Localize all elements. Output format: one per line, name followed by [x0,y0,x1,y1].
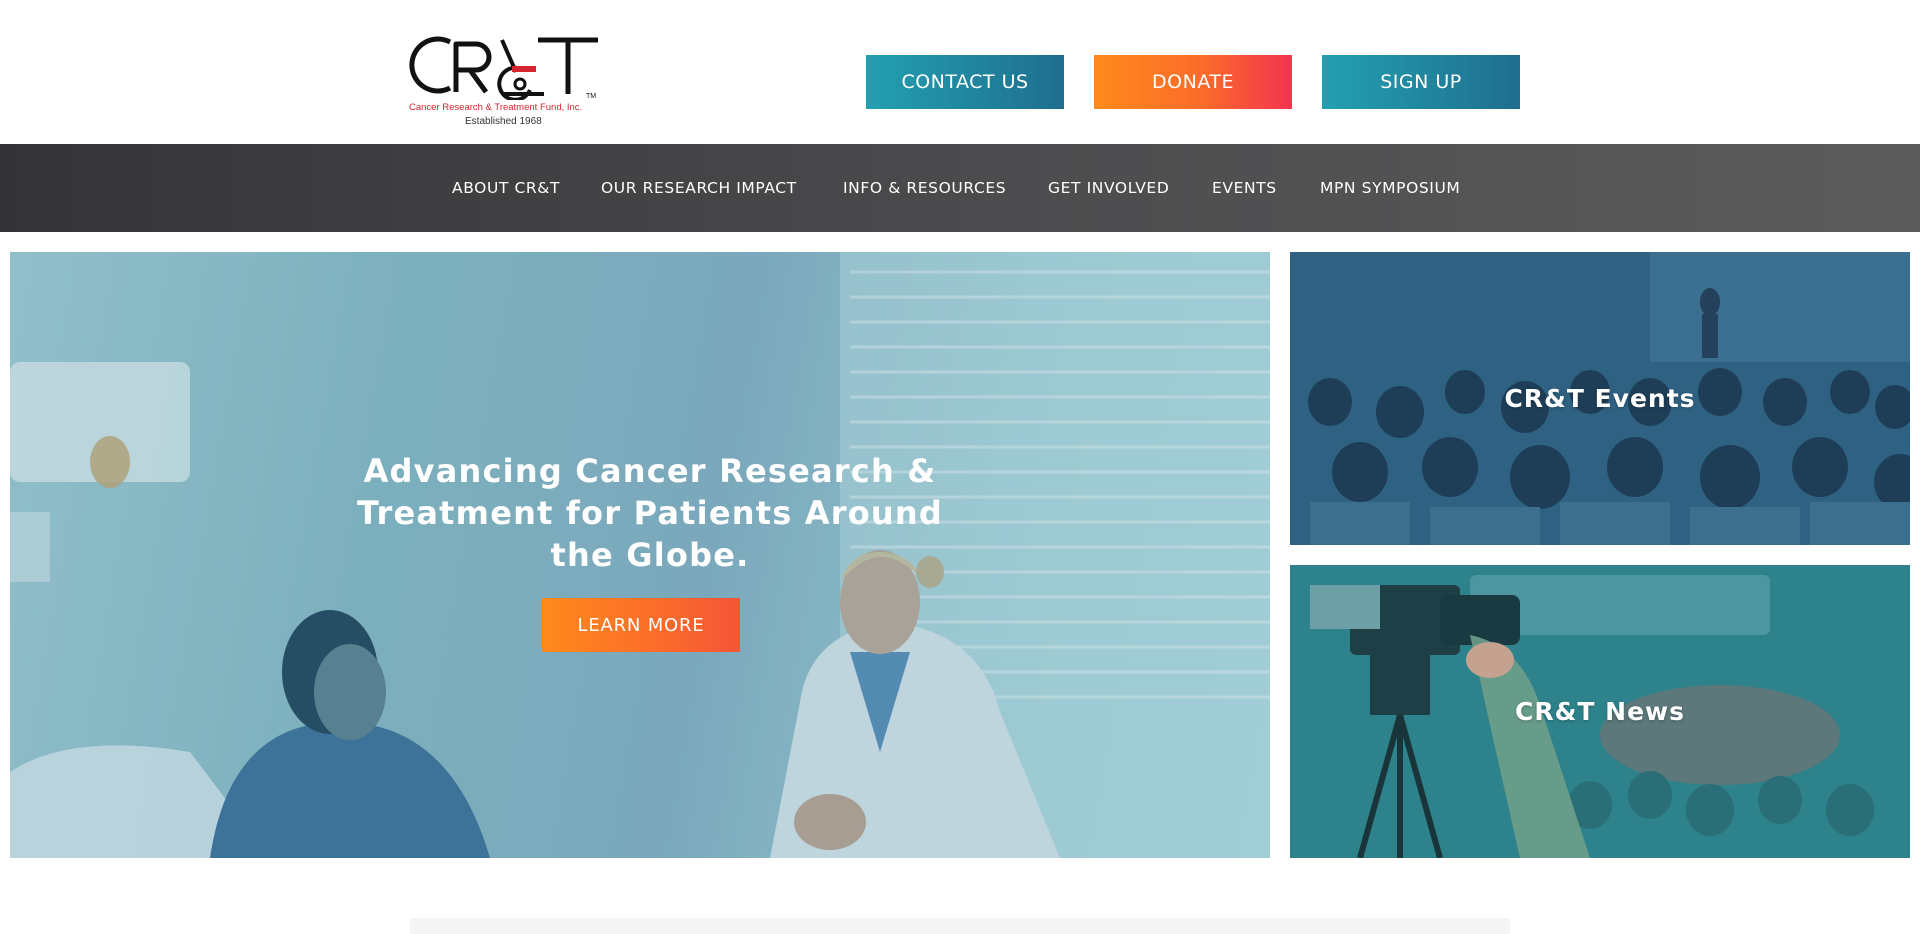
hero-banner: Advancing Cancer Research & Treatment fo… [10,252,1270,858]
svg-text:TM: TM [586,93,596,100]
site-logo[interactable]: TM Cancer Research & Treatment Fund, Inc… [406,30,606,134]
nav-item-about[interactable]: ABOUT CR&T [452,144,560,232]
donate-button[interactable]: DONATE [1094,55,1292,109]
site-header: TM Cancer Research & Treatment Fund, Inc… [0,0,1920,144]
contact-us-button[interactable]: CONTACT US [866,55,1064,109]
events-card-title: CR&T Events [1504,384,1696,413]
logo-tagline: Cancer Research & Treatment Fund, Inc. [409,102,583,113]
news-card[interactable]: CR&T News [1290,565,1910,858]
news-card-title: CR&T News [1514,697,1685,726]
logo-mark: TM [409,36,598,100]
nav-item-get-involved[interactable]: GET INVOLVED [1048,144,1169,232]
nav-item-info-resources[interactable]: INFO & RESOURCES [843,144,1006,232]
sign-up-button[interactable]: SIGN UP [1322,55,1520,109]
nav-item-research-impact[interactable]: OUR RESEARCH IMPACT [601,144,797,232]
events-card[interactable]: CR&T Events [1290,252,1910,545]
content-panel-top [410,918,1510,934]
hero-title: Advancing Cancer Research & Treatment fo… [356,452,943,574]
nav-item-events[interactable]: EVENTS [1212,144,1277,232]
learn-more-button[interactable]: LEARN MORE [542,598,740,652]
nav-item-mpn-symposium[interactable]: MPN SYMPOSIUM [1320,144,1460,232]
logo-established: Established 1968 [465,116,542,127]
main-nav: ABOUT CR&T OUR RESEARCH IMPACT INFO & RE… [0,144,1920,232]
